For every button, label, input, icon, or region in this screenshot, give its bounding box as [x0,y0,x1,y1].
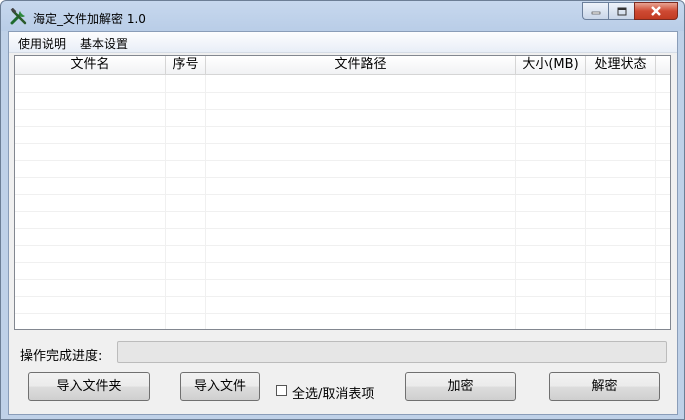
title-bar[interactable]: 海定_文件加解密 1.0 [1,1,684,31]
column-divider [655,75,656,329]
progress-label: 操作完成进度: [20,349,103,364]
decrypt-button[interactable]: 解密 [549,372,660,401]
column-divider [585,75,586,329]
menu-item-usage[interactable]: 使用说明 [18,35,66,52]
app-window: 海定_文件加解密 1.0 使用说明 基本设置 文件名 序号 文件路径 大小(MB… [0,0,685,420]
maximize-icon [617,7,626,15]
caption-buttons [582,2,678,22]
minimize-button[interactable] [582,2,608,20]
window-title: 海定_文件加解密 1.0 [33,12,146,26]
list-body[interactable] [15,75,670,329]
progress-bar [117,341,667,363]
column-divider [165,75,166,329]
column-header-filename[interactable]: 文件名 [15,56,166,74]
row-divider [15,279,670,280]
close-button[interactable] [634,2,678,20]
column-header-size[interactable]: 大小(MB) [516,56,586,74]
tools-icon [10,8,27,25]
row-divider [15,262,670,263]
encrypt-button[interactable]: 加密 [405,372,516,401]
row-divider [15,143,670,144]
close-icon [651,6,661,16]
column-divider [205,75,206,329]
row-divider [15,92,670,93]
row-divider [15,211,670,212]
maximize-button[interactable] [608,2,634,20]
menu-item-settings[interactable]: 基本设置 [80,35,128,52]
column-divider [515,75,516,329]
import-folder-button[interactable]: 导入文件夹 [28,372,150,401]
row-divider [15,194,670,195]
import-file-button[interactable]: 导入文件 [180,372,260,401]
menu-bar: 使用说明 基本设置 [9,32,677,53]
column-header-path[interactable]: 文件路径 [206,56,516,74]
row-divider [15,126,670,127]
row-divider [15,313,670,314]
row-divider [15,228,670,229]
row-divider [15,160,670,161]
column-header-index[interactable]: 序号 [166,56,206,74]
list-header: 文件名 序号 文件路径 大小(MB) 处理状态 [15,56,670,75]
row-divider [15,296,670,297]
checkbox-label: 全选/取消表项 [292,387,375,402]
row-divider [15,177,670,178]
row-divider [15,109,670,110]
checkbox-box[interactable] [276,385,287,396]
file-list[interactable]: 文件名 序号 文件路径 大小(MB) 处理状态 [14,55,671,330]
minimize-icon [591,11,600,15]
client-area: 使用说明 基本设置 文件名 序号 文件路径 大小(MB) 处理状态 操作完成进度… [8,31,678,415]
row-divider [15,245,670,246]
column-header-status[interactable]: 处理状态 [586,56,656,74]
